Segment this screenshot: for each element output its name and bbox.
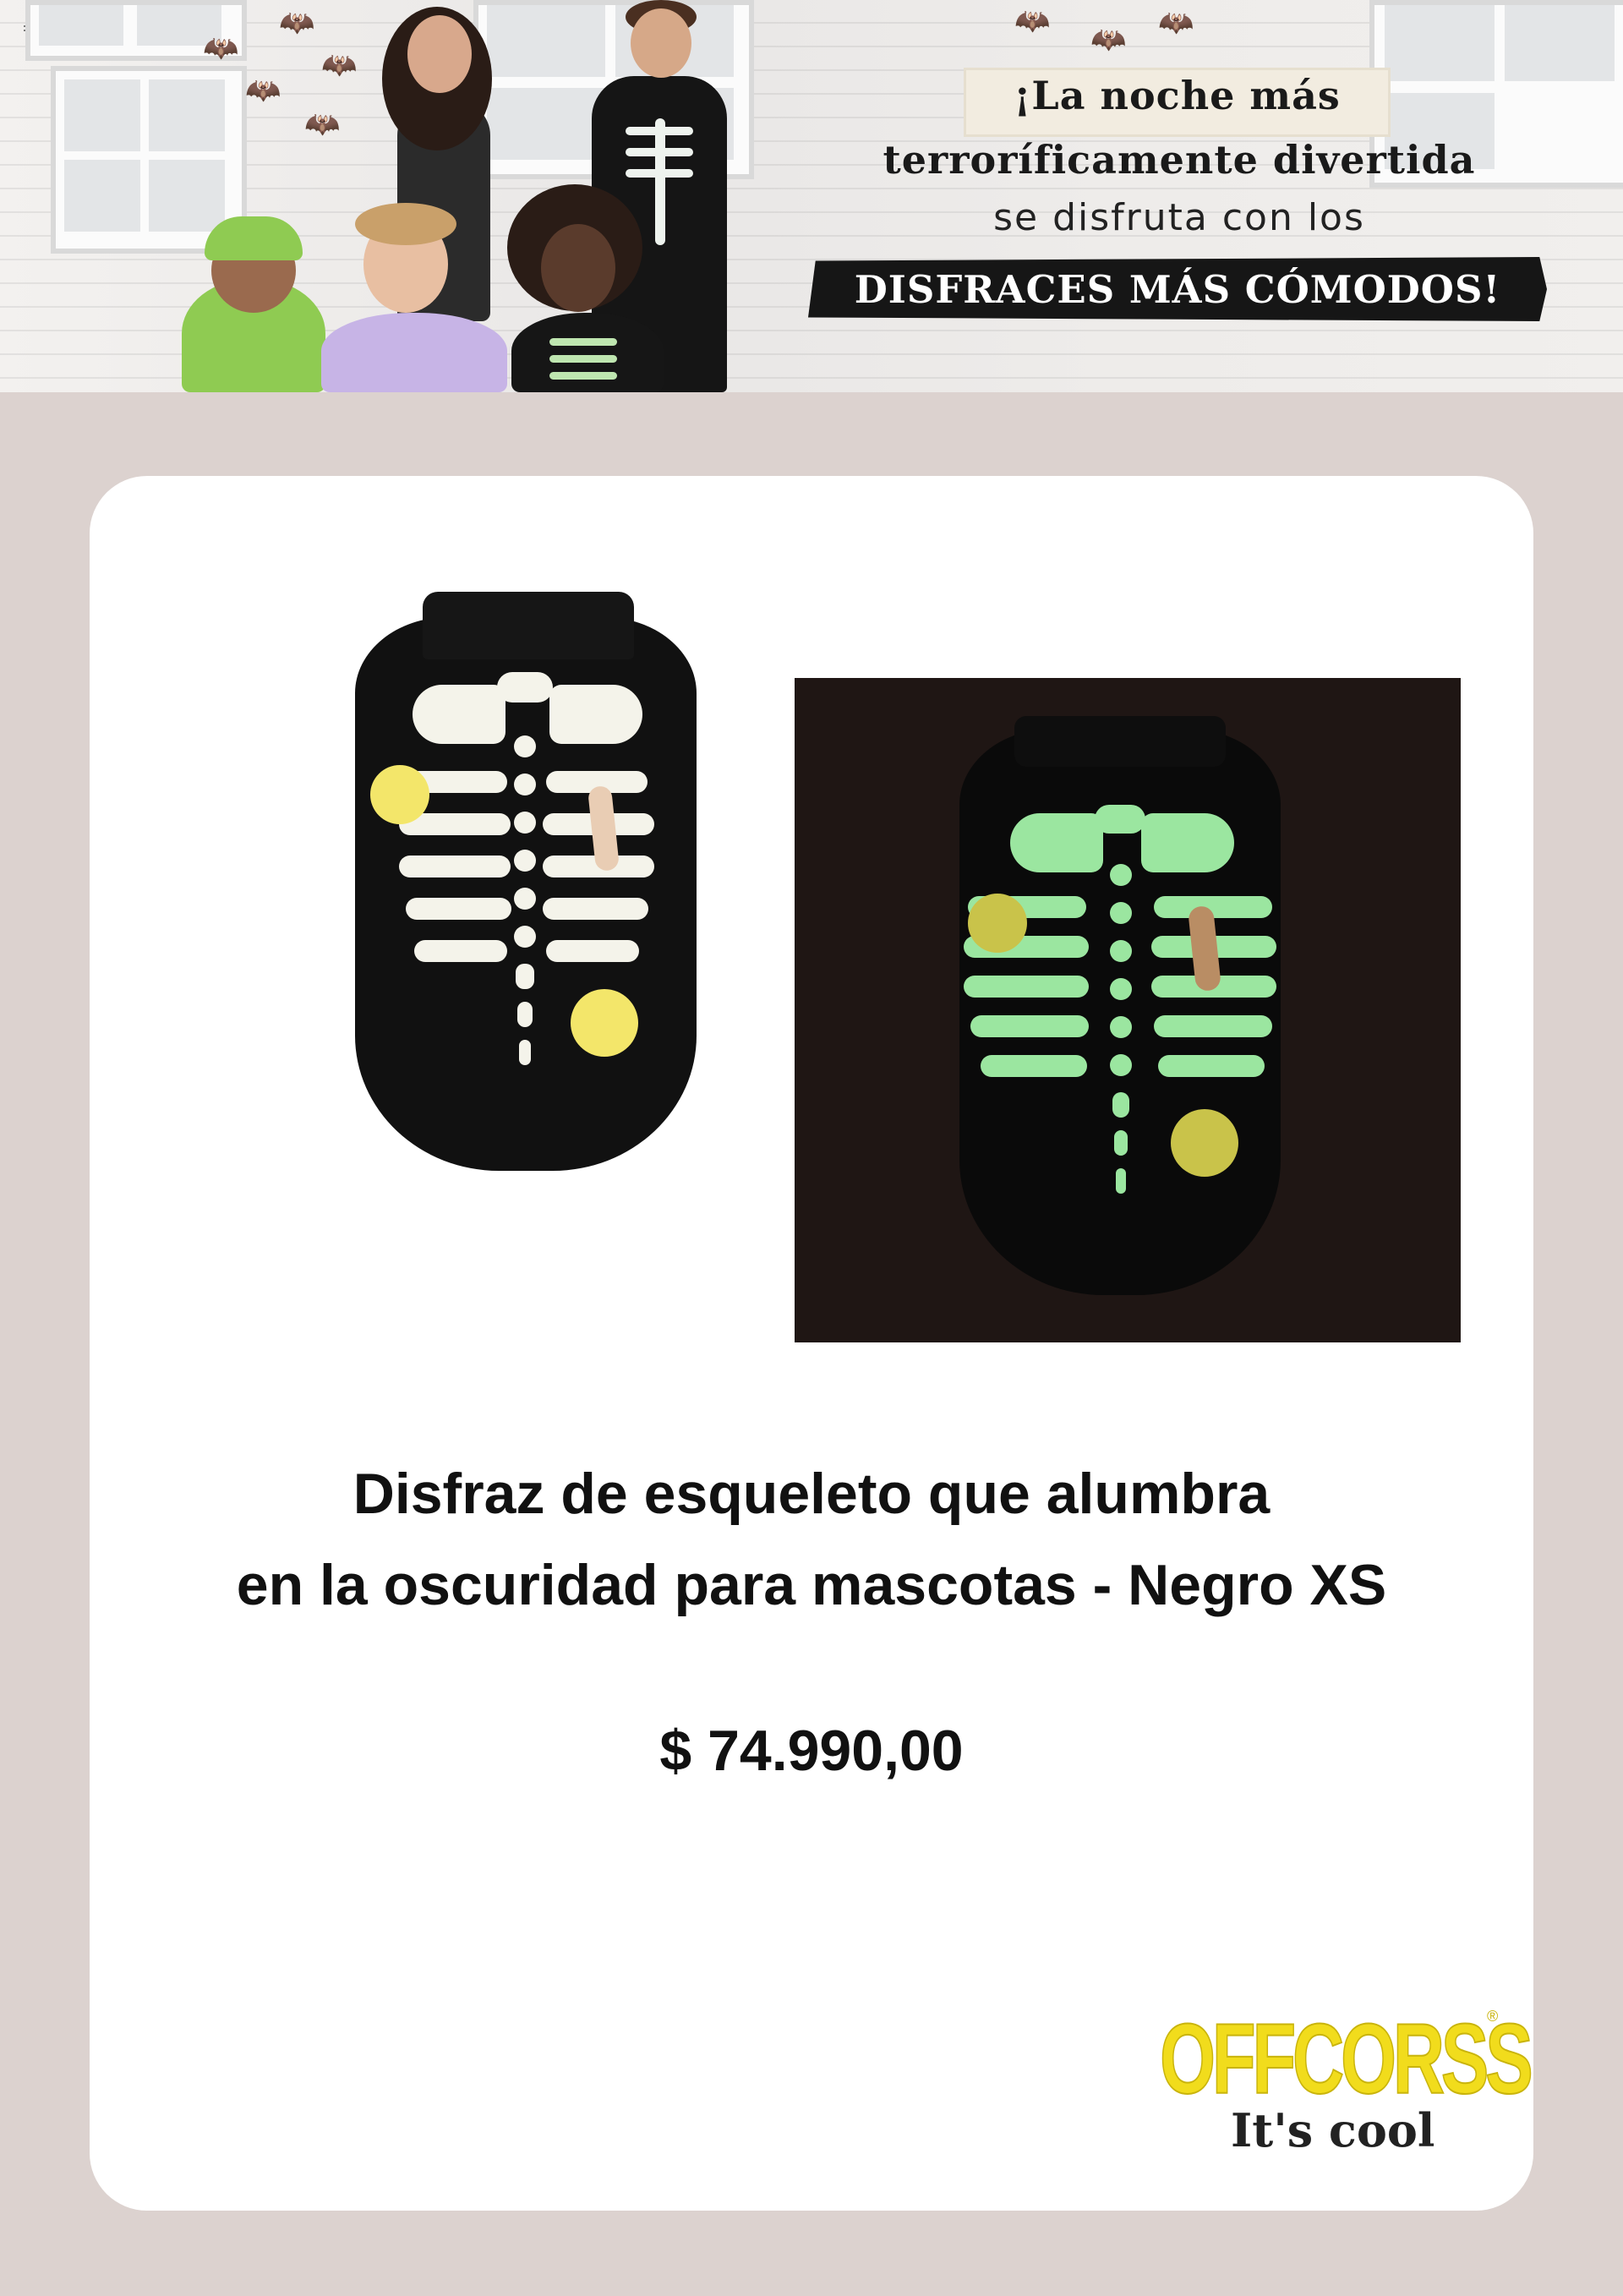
bat-decoration-icon: 🦇 [245, 74, 281, 107]
tennis-ball-icon [370, 765, 429, 824]
product-title-line2: en la oscuridad para mascotas - Negro XS [236, 1553, 1387, 1617]
tennis-ball-icon [571, 989, 638, 1057]
bat-decoration-icon: 🦇 [304, 107, 341, 141]
product-image-night[interactable] [795, 678, 1461, 1342]
bat-decoration-icon: 🦇 [1090, 23, 1127, 57]
promo-banner: 🦇 🦇 🦇 🦇 🦇 🦇 🦇 🦇 ¡La noche más terrorífic… [0, 0, 1623, 392]
product-image-day[interactable] [355, 592, 697, 1171]
tennis-ball-icon [968, 894, 1027, 953]
banner-headline-line4: DISFRACES MÁS CÓMODOS! [854, 267, 1501, 312]
brand-name: OFFCORSS [1159, 2003, 1533, 2116]
tennis-ball-icon [1171, 1109, 1238, 1177]
banner-headline-line1: ¡La noche más [1014, 73, 1341, 118]
banner-headline-line2: terroríficamente divertida [883, 137, 1476, 183]
bat-decoration-icon: 🦇 [1158, 6, 1194, 40]
brand-tagline: It's cool [1231, 2103, 1435, 2157]
bat-decoration-icon: 🦇 [1014, 4, 1051, 38]
product-price: $ 74.990,00 [659, 1719, 964, 1783]
product-title-line1: Disfraz de esqueleto que alumbra [352, 1462, 1271, 1526]
banner-headline-line3: se disfruta con los [993, 196, 1365, 239]
bat-decoration-icon: 🦇 [321, 48, 358, 82]
bat-decoration-icon: 🦇 [203, 31, 239, 65]
registered-mark: ® [1487, 2008, 1499, 2025]
bat-decoration-icon: 🦇 [279, 6, 315, 40]
